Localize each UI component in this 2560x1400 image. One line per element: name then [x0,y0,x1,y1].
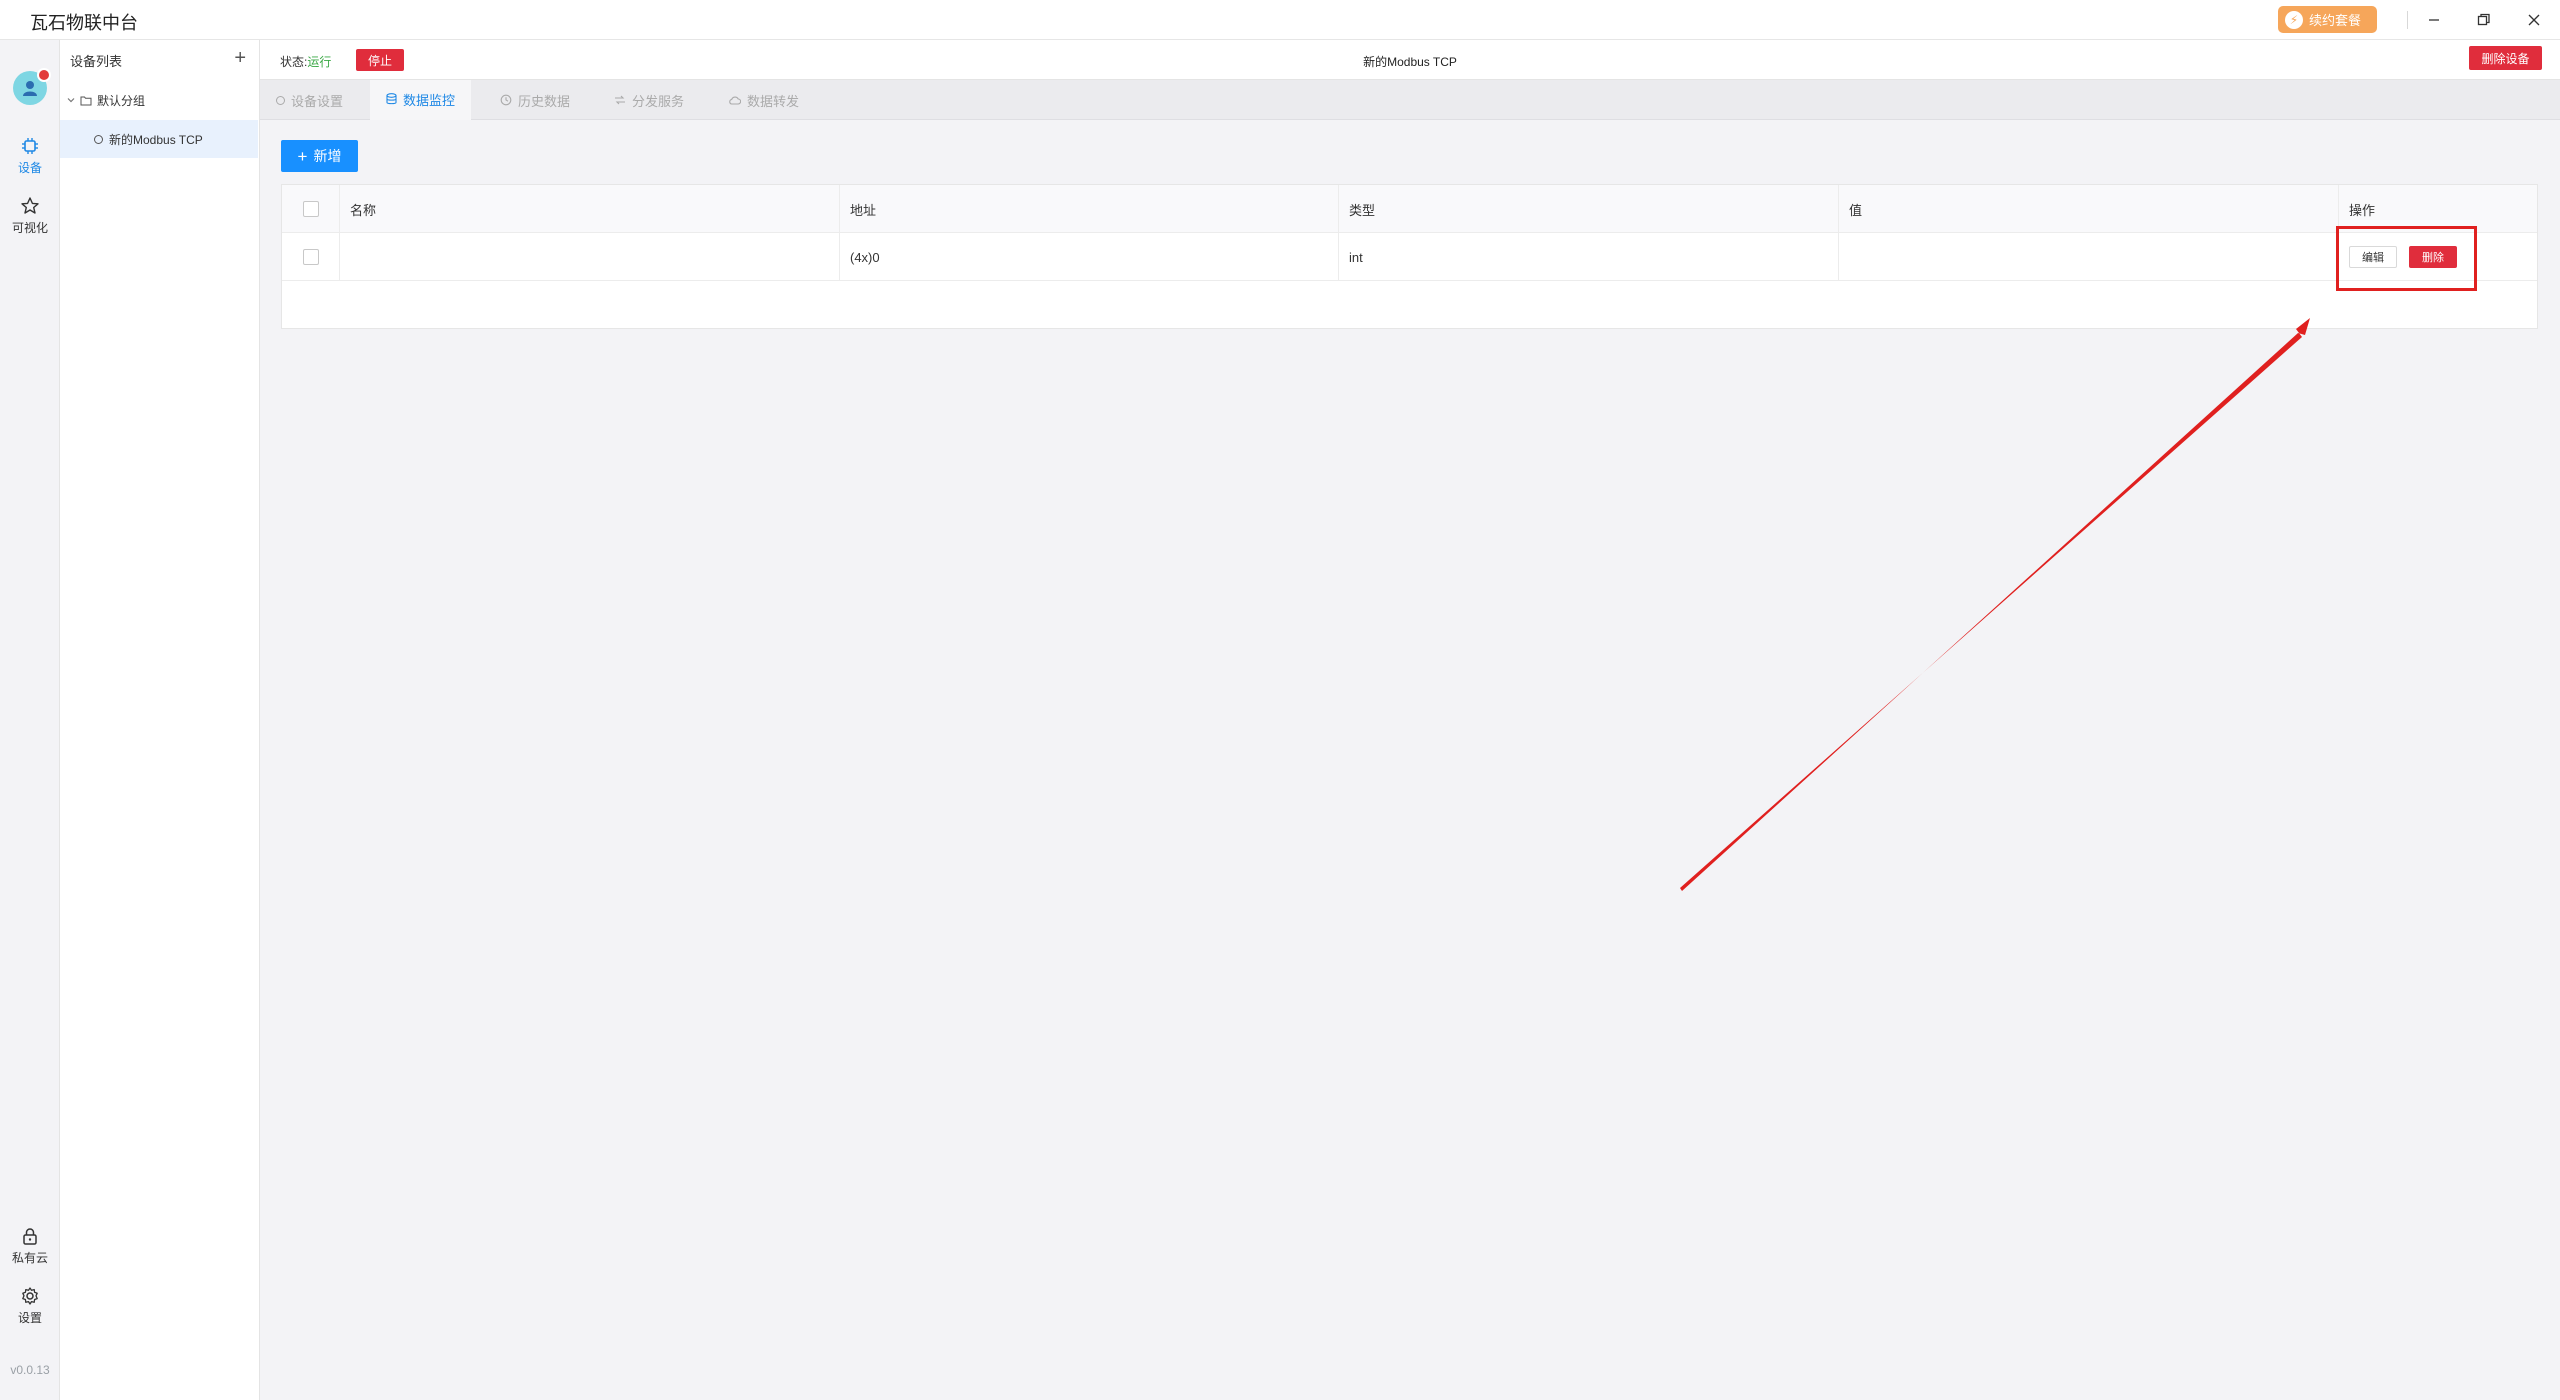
status-value: 运行 [307,55,332,69]
type-cell: int [1339,233,1839,281]
nav-item-device[interactable]: 设备 [0,136,60,176]
column-header: 地址 [840,185,1339,233]
tab-device-settings[interactable]: 设备设置 [260,80,359,120]
tab-label: 数据监控 [403,92,456,108]
device-tabs: 设备设置 数据监控 历史数据 分发服务 数据转发 [260,80,2560,120]
tree-device-label: 新的Modbus TCP [109,132,203,147]
column-header: 名称 [340,185,840,233]
user-icon [23,81,37,96]
left-nav: 设备 可视化 私有云 设置 v0.0.13 [0,40,60,1400]
star-icon [21,197,39,214]
stop-button[interactable]: 停止 [356,49,404,71]
main-content: 状态:运行 停止 新的Modbus TCP 删除设备 设备设置 数据监控 历史数… [260,40,2560,1400]
restore-icon [2477,13,2490,26]
actions-cell: 编辑 删除 [2339,233,2537,281]
device-list-header: 设备列表 + [60,40,260,78]
nav-item-settings[interactable]: 设置 [0,1286,60,1326]
avatar[interactable] [13,68,51,105]
close-button[interactable] [2516,4,2552,36]
data-table: 名称 地址 类型 值 操作 (4x)0 int 编辑 删除 [281,184,2538,329]
minimize-button[interactable] [2416,4,2452,36]
device-name-title: 新的Modbus TCP [1363,55,1457,69]
column-header: 操作 [2349,202,2376,218]
title-bar: 瓦石物联中台 ⚡ 续约套餐 [0,0,2560,40]
tab-distribution-service[interactable]: 分发服务 [598,80,700,120]
cloud-icon [729,96,741,105]
device-status-bar: 状态:运行 停止 新的Modbus TCP 删除设备 [260,40,2560,80]
renew-plan-label: 续约套餐 [2309,13,2362,28]
delete-row-button[interactable]: 删除 [2409,246,2457,268]
plus-icon: + [297,146,308,166]
table-header: 名称 地址 类型 值 操作 [282,185,2537,233]
nav-item-private-cloud[interactable]: 私有云 [0,1226,60,1266]
lock-icon [23,1228,37,1245]
address-cell: (4x)0 [840,233,1339,281]
app-window: 瓦石物联中台 ⚡ 续约套餐 设备 可视化 私有云 设置 v0.0.13 设备列表… [0,0,2560,1400]
database-icon [386,93,397,105]
device-status-icon [94,134,103,144]
nav-label-device: 设备 [17,161,42,175]
row-checkbox-cell [282,233,340,281]
tree-group-label: 默认分组 [97,93,146,108]
value-cell [1839,233,2339,281]
row-checkbox[interactable] [302,249,319,265]
edit-button[interactable]: 编辑 [2349,246,2397,268]
delete-device-button[interactable]: 删除设备 [2469,46,2542,70]
close-icon [2528,14,2540,26]
chevron-down-icon [67,98,75,103]
chip-icon [22,138,38,154]
tree-group-default[interactable]: 默认分组 [60,88,260,112]
status-label-text: 状态: [280,55,308,69]
nav-label-settings: 设置 [17,1311,42,1325]
share-icon [615,95,625,105]
tab-label: 设备设置 [291,93,344,109]
tab-history-data[interactable]: 历史数据 [484,80,586,120]
settings-tab-icon [276,95,285,105]
select-all-checkbox[interactable] [302,201,319,217]
column-header: 类型 [1339,185,1839,233]
nav-item-visualize[interactable]: 可视化 [0,196,60,236]
folder-icon [80,96,92,105]
renew-plan-button[interactable]: ⚡ 续约套餐 [2278,6,2377,33]
status-label: 状态:运行 [280,53,331,70]
tab-data-forwarding[interactable]: 数据转发 [712,80,815,120]
name-cell [340,233,840,281]
tab-label: 分发服务 [632,93,685,109]
gear-icon [22,1287,38,1305]
table-row: (4x)0 int 编辑 删除 [282,233,2537,281]
lightning-icon: ⚡ [2285,10,2303,29]
tree-device-item[interactable]: 新的Modbus TCP [60,120,258,158]
nav-label-private-cloud: 私有云 [11,1251,48,1265]
header-checkbox-cell [282,185,340,233]
tab-label: 数据转发 [747,93,800,109]
app-title: 瓦石物联中台 [30,13,138,33]
clock-icon [500,94,512,106]
restore-button[interactable] [2466,4,2502,36]
add-group-icon[interactable]: + [234,48,246,68]
notification-badge [37,68,51,82]
tab-label: 历史数据 [518,93,571,109]
minimize-icon [2429,19,2439,21]
column-header: 值 [1839,185,2339,233]
tab-data-monitor[interactable]: 数据监控 [370,80,472,120]
version-label: v0.0.13 [10,1363,50,1377]
nav-label-visualize: 可视化 [11,221,48,235]
add-button[interactable]: + 新增 [281,140,358,172]
device-list-panel: 设备列表 + 默认分组 新的Modbus TCP [60,40,260,1400]
titlebar-divider [2407,11,2408,29]
device-list-title: 设备列表 [70,54,123,69]
add-button-label: 新增 [313,148,342,164]
